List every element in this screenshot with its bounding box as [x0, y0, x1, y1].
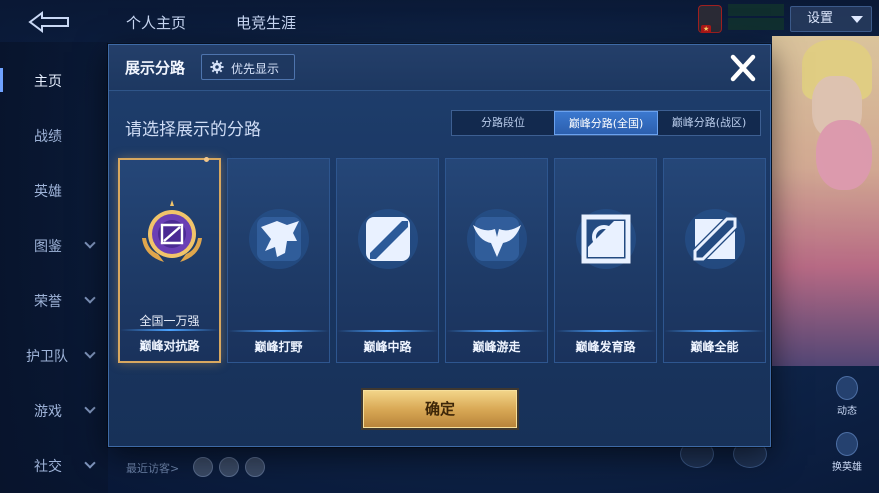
sidebar-item-label: 英雄	[34, 184, 62, 200]
visitor-avatar[interactable]	[193, 457, 213, 477]
visitor-avatar[interactable]	[219, 457, 239, 477]
sidebar-item-label: 社交	[34, 459, 62, 475]
dialog-header: 展示分路 优先显示	[109, 45, 770, 91]
tab-esports-career[interactable]: 电竞生涯	[236, 12, 296, 33]
lane-source-switch: 分路段位 巅峰分路(全国) 巅峰分路(战区)	[451, 110, 761, 136]
sidebar-item-label: 战绩	[34, 129, 62, 145]
sidebar: 主页 战绩 英雄 图鉴 荣誉 护卫队 游戏 社交	[0, 42, 108, 493]
sidebar-item-game[interactable]: 游戏	[0, 390, 108, 430]
confirm-button[interactable]: 确定	[363, 390, 517, 428]
close-icon[interactable]	[725, 53, 761, 83]
sidebar-item-collection[interactable]: 图鉴	[0, 225, 108, 265]
lane-card-name: 巅峰对抗路	[139, 339, 200, 353]
sidebar-item-label: 游戏	[34, 404, 62, 420]
farm-lane-icon	[576, 209, 636, 269]
mid-lane-icon	[358, 209, 418, 269]
priority-display-button[interactable]: 优先显示	[201, 54, 295, 80]
tab-profile[interactable]: 个人主页	[126, 12, 186, 33]
lane-card-rank: 全国一万强	[139, 314, 200, 328]
sidebar-item-record[interactable]: 战绩	[0, 115, 108, 155]
lane-card-name: 巅峰发育路	[575, 340, 636, 354]
sidebar-item-label: 主页	[34, 74, 62, 90]
priority-display-label: 优先显示	[231, 62, 280, 76]
person-icon	[836, 376, 858, 400]
avatar[interactable]: ★	[698, 5, 722, 33]
lane-card-mid[interactable]: 巅峰中路	[336, 158, 439, 363]
sidebar-item-social[interactable]: 社交	[0, 445, 108, 485]
sidebar-item-honor[interactable]: 荣誉	[0, 280, 108, 320]
switch-hero-label: 换英雄	[832, 462, 862, 473]
hero-portrait	[772, 36, 879, 366]
chevron-down-icon	[851, 16, 863, 23]
roam-wings-icon	[467, 209, 527, 269]
settings-dropdown[interactable]: 设置	[790, 6, 872, 32]
visitor-avatar[interactable]	[245, 457, 265, 477]
lane-card-name: 巅峰中路	[363, 340, 412, 354]
lane-card-farm[interactable]: 巅峰发育路	[554, 158, 657, 363]
lane-card-name: 巅峰打野	[254, 340, 303, 354]
lane-card-name: 巅峰游走	[472, 340, 521, 354]
lane-display-dialog: 展示分路 优先显示 请选择展示的分路 分路段位 巅峰分路(全国) 巅峰分路(战区…	[108, 44, 771, 447]
avatar-badge: ★	[701, 25, 712, 33]
sidebar-item-label: 图鉴	[34, 239, 62, 255]
settings-label: 设置	[807, 11, 834, 26]
dynamics-button[interactable]: 动态	[822, 376, 872, 417]
chevron-down-icon	[84, 457, 96, 469]
back-arrow-icon[interactable]	[22, 10, 74, 34]
sidebar-item-home[interactable]: 主页	[0, 60, 108, 100]
sidebar-item-guard[interactable]: 护卫队	[0, 335, 108, 375]
clash-lane-medal-icon	[142, 200, 202, 262]
chevron-down-icon	[84, 347, 96, 359]
dialog-title: 展示分路	[125, 59, 186, 77]
chevron-down-icon	[84, 237, 96, 249]
segment-lane-rank[interactable]: 分路段位	[452, 111, 554, 135]
gear-icon	[210, 60, 224, 74]
hero-swap-icon	[836, 432, 858, 456]
lane-card-clash[interactable]: 全国一万强 巅峰对抗路	[118, 157, 221, 363]
segment-peak-region[interactable]: 巅峰分路(战区)	[658, 111, 760, 135]
jungle-dragon-icon	[249, 209, 309, 269]
chevron-down-icon	[84, 402, 96, 414]
sidebar-item-heroes[interactable]: 英雄	[0, 170, 108, 210]
lane-card-roam[interactable]: 巅峰游走	[445, 158, 548, 363]
recent-visitors-link[interactable]: 最近访客>	[126, 460, 179, 476]
dynamics-label: 动态	[837, 406, 857, 417]
dialog-subtitle: 请选择展示的分路	[125, 120, 261, 140]
all-round-icon	[685, 209, 745, 269]
sidebar-item-label: 护卫队	[26, 349, 68, 365]
switch-hero-button[interactable]: 换英雄	[822, 432, 872, 473]
lane-card-jungle[interactable]: 巅峰打野	[227, 158, 330, 363]
status-info	[728, 4, 784, 34]
sidebar-item-label: 荣誉	[34, 294, 62, 310]
lane-card-name: 巅峰全能	[690, 340, 739, 354]
segment-peak-national[interactable]: 巅峰分路(全国)	[554, 111, 658, 135]
lane-card-allround[interactable]: 巅峰全能	[663, 158, 766, 363]
chevron-down-icon	[84, 292, 96, 304]
